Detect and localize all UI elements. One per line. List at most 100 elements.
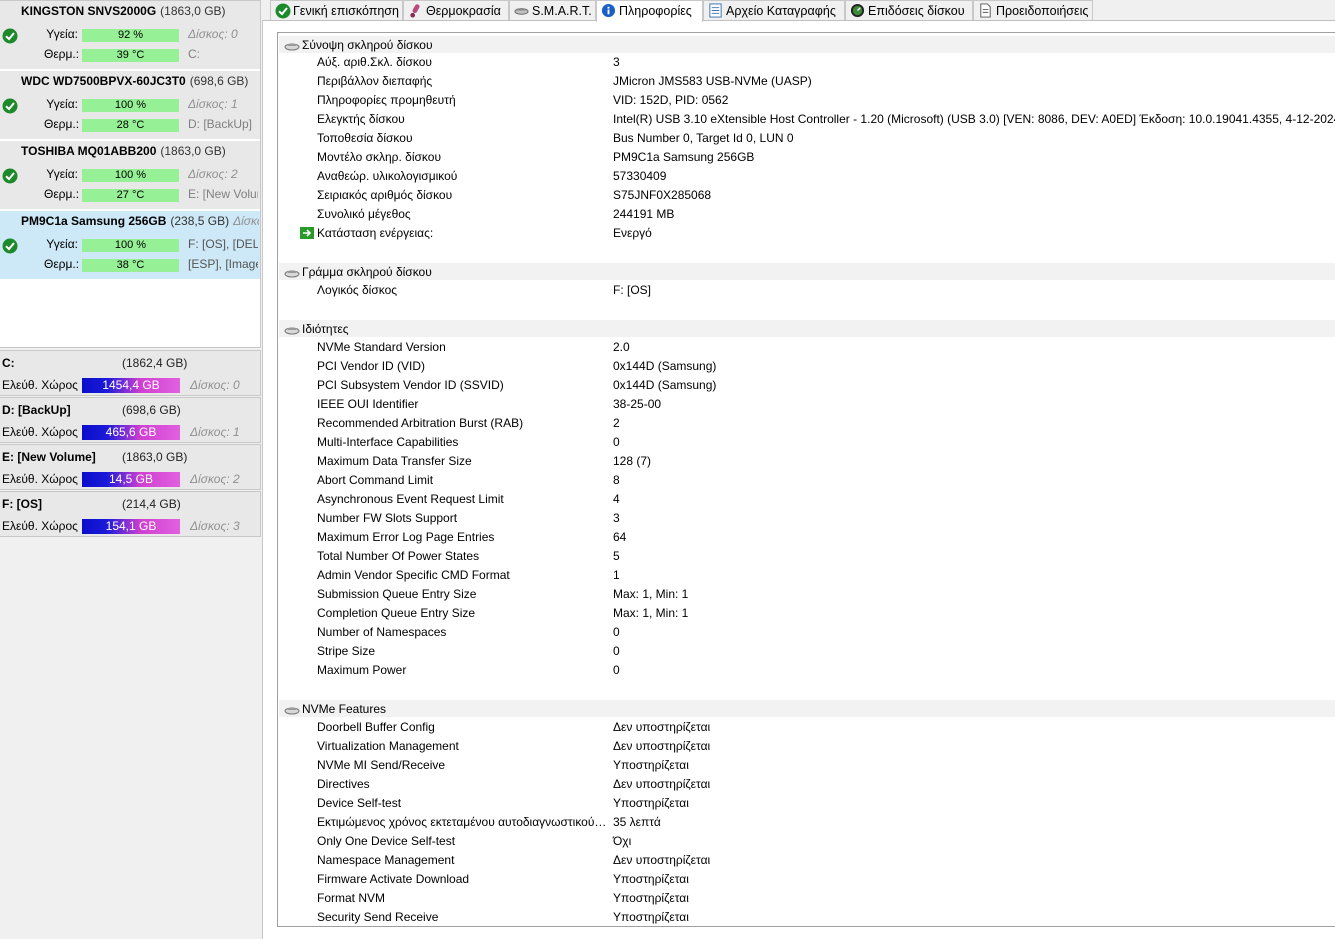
tab-label: Επιδόσεις δίσκου <box>868 4 965 18</box>
tab-label: Προειδοποιήσεις <box>996 4 1089 18</box>
info-row[interactable]: Κατάσταση ενέργειας: Ενεργό <box>278 224 1334 243</box>
disk-name: WDC WD7500BPVX-60JC3T0 (698,6 GB) <box>21 74 259 88</box>
info-row[interactable]: Αναθεώρ. υλικολογισμικού 57330409 <box>278 167 1334 186</box>
disk-info-line2: [ESP], [Image <box>188 257 258 271</box>
info-row[interactable]: Format NVM Υποστηρίζεται <box>278 889 1334 908</box>
info-value: 57330409 <box>613 169 667 183</box>
info-value: Υποστηρίζεται <box>613 758 689 772</box>
info-row[interactable]: Number FW Slots Support 3 <box>278 509 1334 528</box>
volume-item[interactable]: E: [New Volume] (1863,0 GB) Ελεύθ. Χώρος 14… <box>0 444 261 490</box>
info-row[interactable]: Τοποθεσία δίσκου Bus Number 0, Target Id … <box>278 129 1334 148</box>
section-title: NVMe Features <box>302 702 387 716</box>
info-key: NVMe MI Send/Receive <box>317 758 446 772</box>
info-key: Αναθεώρ. υλικολογισμικού <box>317 169 458 183</box>
info-key: Συνολικό μέγεθος <box>317 207 411 221</box>
info-row[interactable]: Σειριακός αριθμός δίσκου S75JNF0X285068 <box>278 186 1334 205</box>
section-title: Γράμμα σκληρού δίσκου <box>302 265 432 279</box>
info-key: IEEE OUI Identifier <box>317 397 419 411</box>
info-row[interactable]: Total Number Of Power States 5 <box>278 547 1334 566</box>
info-row[interactable]: Completion Queue Entry Size Max: 1, Min: … <box>278 604 1334 623</box>
info-row[interactable]: Πληροφορίες προμηθευτή VID: 152D, PID: 05… <box>278 91 1334 110</box>
volume-disk: Δίσκος: 1 <box>190 425 240 439</box>
free-space-label: Ελεύθ. Χώρος <box>2 472 78 486</box>
free-space-bar: 465,6 GB <box>82 425 180 440</box>
info-row[interactable]: Virtualization Management Δεν υποστηρίζετ… <box>278 737 1334 756</box>
disk-item[interactable]: WDC WD7500BPVX-60JC3T0 (698,6 GB) Υγεία: Θε… <box>0 71 260 141</box>
info-panel[interactable]: Σύνοψη σκληρού δίσκου Αύξ. αριθ.Σκλ. δίσκ… <box>277 32 1335 927</box>
disk-icon <box>514 3 529 18</box>
tab-disk[interactable]: S.M.A.R.T. <box>509 0 596 20</box>
info-row[interactable]: PCI Subsystem Vendor ID (SSVID) 0x144D (S… <box>278 376 1334 395</box>
info-key: Εκτιμώμενος χρόνος εκτεταμένου αυτοδιαγν… <box>317 815 607 829</box>
info-row[interactable]: Doorbell Buffer Config Δεν υποστηρίζεται <box>278 718 1334 737</box>
volume-item[interactable]: D: [BackUp] (698,6 GB) Ελεύθ. Χώρος 465,6 G… <box>0 397 261 443</box>
info-row[interactable]: Αύξ. αριθ.Σκλ. δίσκου 3 <box>278 53 1334 72</box>
info-value: Υποστηρίζεται <box>613 910 689 924</box>
info-row[interactable]: Asynchronous Event Request Limit 4 <box>278 490 1334 509</box>
info-key: Only One Device Self-test <box>317 834 456 848</box>
tab-info[interactable]: Πληροφορίες <box>596 0 703 22</box>
info-value: PM9C1a Samsung 256GB <box>613 150 755 164</box>
disk-item[interactable]: KINGSTON SNVS2000G (1863,0 GB) Υγεία: Θερμ.… <box>0 1 260 71</box>
info-row[interactable]: Maximum Error Log Page Entries 64 <box>278 528 1334 547</box>
info-row[interactable]: Directives Δεν υποστηρίζεται <box>278 775 1334 794</box>
volume-capacity: (698,6 GB) <box>122 403 181 417</box>
tab-check-circle[interactable]: Γενική επισκόπηση <box>270 0 403 20</box>
disk-item[interactable]: PM9C1a Samsung 256GB(238,5 GB)Δίσκος: 3 Υ… <box>0 211 260 281</box>
info-value: Υποστηρίζεται <box>613 891 689 905</box>
info-row[interactable]: Number of Namespaces 0 <box>278 623 1334 642</box>
info-row[interactable]: Admin Vendor Specific CMD Format 1 <box>278 566 1334 585</box>
tab-thermometer[interactable]: Θερμοκρασία <box>403 0 509 20</box>
info-key: Namespace Management <box>317 853 455 867</box>
info-row[interactable]: Λογικός δίσκος F: [OS] <box>278 281 1334 300</box>
tab-document[interactable]: Προειδοποιήσεις <box>973 0 1093 20</box>
info-key: Multi-Interface Capabilities <box>317 435 459 449</box>
disk-info-line1: Δίσκος: 2 <box>188 167 238 181</box>
info-row[interactable]: NVMe MI Send/Receive Υποστηρίζεται <box>278 756 1334 775</box>
info-value: 2.0 <box>613 340 630 354</box>
info-row[interactable]: Abort Command Limit 8 <box>278 471 1334 490</box>
info-row[interactable]: Εκτιμώμενος χρόνος εκτεταμένου αυτοδιαγν… <box>278 813 1334 832</box>
info-key: Maximum Error Log Page Entries <box>317 530 495 544</box>
volume-capacity: (1862,4 GB) <box>122 356 188 370</box>
volume-item[interactable]: F: [OS] (214,4 GB) Ελεύθ. Χώρος 154,1 GB Δίσ… <box>0 491 261 537</box>
tab-label: Γενική επισκόπηση <box>293 4 399 18</box>
info-row[interactable]: Only One Device Self-test Όχι <box>278 832 1334 851</box>
info-value: Δεν υποστηρίζεται <box>613 777 711 791</box>
disk-model: TOSHIBA MQ01ABB200 <box>21 144 157 158</box>
info-value: Δεν υποστηρίζεται <box>613 720 711 734</box>
info-row[interactable]: PCI Vendor ID (VID) 0x144D (Samsung) <box>278 357 1334 376</box>
section-header: Ιδιότητες <box>279 320 1335 337</box>
disk-info-line1: F: [OS], [DELL <box>188 237 258 251</box>
info-row[interactable]: Firmware Activate Download Υποστηρίζεται <box>278 870 1334 889</box>
volume-item[interactable]: C: (1862,4 GB) Ελεύθ. Χώρος 1454,4 GB Δίσκος… <box>0 350 261 396</box>
tab-log[interactable]: Αρχείο Καταγραφής <box>703 0 845 20</box>
info-row[interactable]: Namespace Management Δεν υποστηρίζεται <box>278 851 1334 870</box>
tab-gauge[interactable]: Επιδόσεις δίσκου <box>845 0 973 20</box>
info-row[interactable]: Maximum Data Transfer Size 128 (7) <box>278 452 1334 471</box>
info-row[interactable]: IEEE OUI Identifier 38-25-00 <box>278 395 1334 414</box>
info-row[interactable]: Submission Queue Entry Size Max: 1, Min: … <box>278 585 1334 604</box>
info-row[interactable]: Recommended Arbitration Burst (RAB) 2 <box>278 414 1334 433</box>
disk-capacity: (1863,0 GB) <box>160 144 226 158</box>
info-row[interactable]: Security Send Receive Υποστηρίζεται <box>278 908 1334 926</box>
info-row[interactable]: Device Self-test Υποστηρίζεται <box>278 794 1334 813</box>
log-icon <box>708 3 723 18</box>
info-row[interactable]: Ελεγκτής δίσκου Intel(R) USB 3.10 eXtensi… <box>278 110 1335 129</box>
disk-info-line1: Δίσκος: 0 <box>188 27 238 41</box>
disk-item[interactable]: TOSHIBA MQ01ABB200 (1863,0 GB) Υγεία: Θερμ.… <box>0 141 260 211</box>
info-row[interactable]: Συνολικό μέγεθος 244191 MB <box>278 205 1334 224</box>
info-key: Περιβάλλον διεπαφής <box>317 74 433 88</box>
info-row[interactable]: Stripe Size 0 <box>278 642 1334 661</box>
check-circle-icon <box>275 3 291 19</box>
info-row[interactable]: Maximum Power 0 <box>278 661 1334 680</box>
info-row[interactable]: NVMe Standard Version 2.0 <box>278 338 1334 357</box>
info-value: 0x144D (Samsung) <box>613 359 717 373</box>
free-space-bar: 1454,4 GB <box>82 378 180 393</box>
section-title: Σύνοψη σκληρού δίσκου <box>302 38 433 52</box>
info-row[interactable]: Μοντέλο σκληρ. δίσκου PM9C1a Samsung 256G… <box>278 148 1334 167</box>
info-value: 0 <box>613 625 620 639</box>
info-row[interactable]: Multi-Interface Capabilities 0 <box>278 433 1334 452</box>
left-panel: KINGSTON SNVS2000G (1863,0 GB) Υγεία: Θερμ.… <box>0 0 263 939</box>
info-row[interactable]: Περιβάλλον διεπαφής JMicron JMS583 USB-NV… <box>278 72 1334 91</box>
